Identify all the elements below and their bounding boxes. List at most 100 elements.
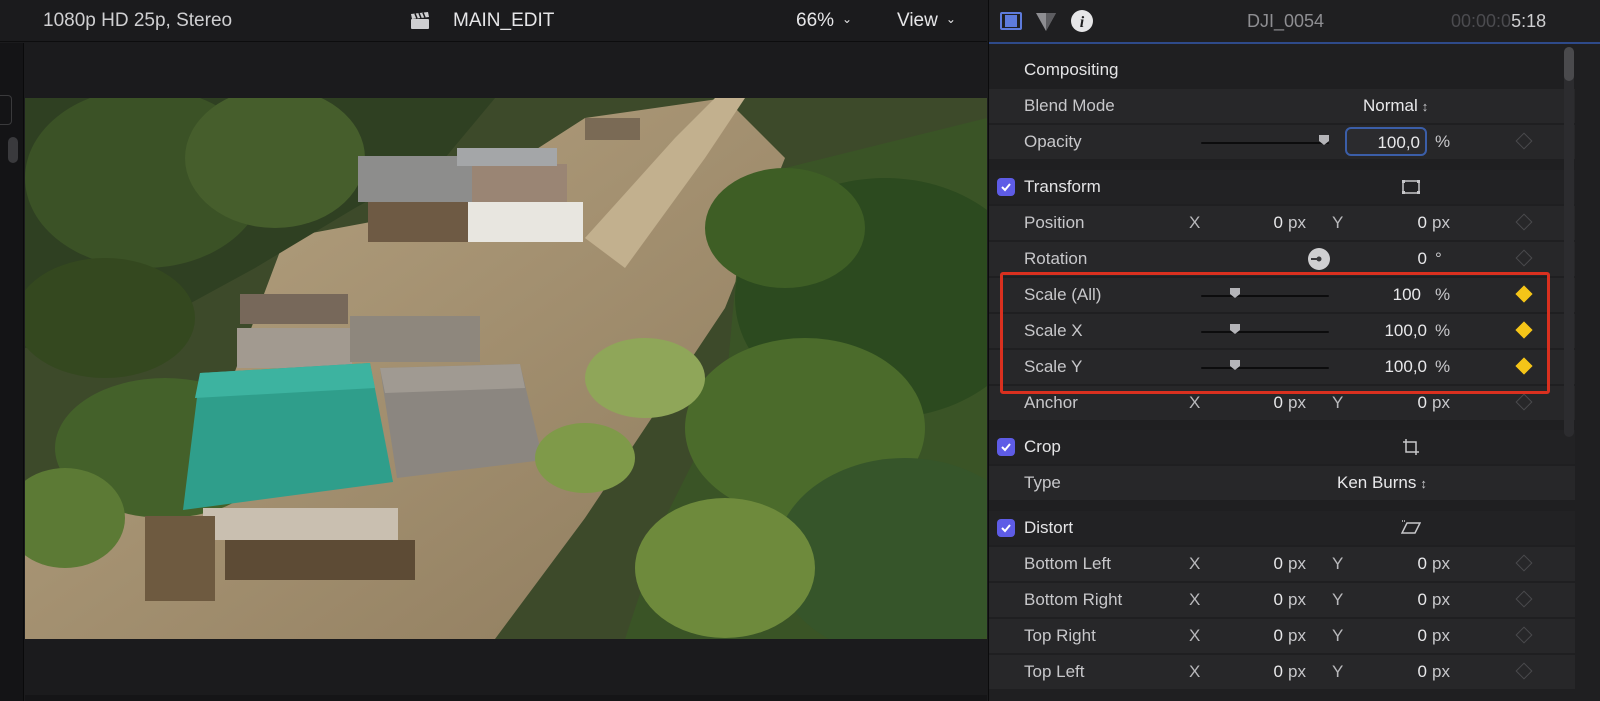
view-menu-label: View: [897, 10, 938, 31]
crop-heading-row: Crop: [989, 430, 1575, 464]
bottom-right-y-label: Y: [1332, 590, 1344, 609]
bottom-left-label: Bottom Left: [1024, 554, 1111, 573]
bottom-left-y-unit: px: [1432, 554, 1450, 573]
distort-heading: Distort: [1024, 518, 1074, 537]
top-right-x-unit: px: [1288, 626, 1306, 645]
info-inspector-icon[interactable]: i: [1070, 9, 1094, 33]
transform-onscreen-icon[interactable]: [1401, 178, 1421, 196]
bottom-left-x-unit: px: [1288, 554, 1306, 573]
bottom-left-keyframe-button[interactable]: [1515, 554, 1533, 572]
gutter-tab[interactable]: [0, 95, 12, 125]
left-gutter: [0, 43, 24, 701]
bottom-right-x-unit: px: [1288, 590, 1306, 609]
position-x-value[interactable]: 0: [1239, 213, 1283, 233]
viewer-bottom-bar: [25, 695, 987, 701]
opacity-row: Opacity 100,0 %: [989, 125, 1575, 159]
position-label: Position: [1024, 213, 1085, 232]
top-right-row: Top Right X 0 px Y 0 px: [989, 619, 1575, 653]
rotation-value[interactable]: 0: [1383, 249, 1427, 269]
rotation-row: Rotation 0 °: [989, 242, 1575, 276]
anchor-x-unit: px: [1288, 393, 1306, 412]
anchor-y-value[interactable]: 0: [1383, 393, 1427, 413]
position-x-label: X: [1189, 213, 1201, 232]
top-right-keyframe-button[interactable]: [1515, 626, 1533, 644]
transform-checkbox[interactable]: [997, 178, 1015, 196]
view-menu[interactable]: View ⌄: [897, 10, 956, 32]
chevron-down-icon: ⌄: [842, 12, 853, 26]
bottom-right-y-value[interactable]: 0: [1383, 590, 1427, 610]
top-left-y-label: Y: [1332, 662, 1344, 681]
opacity-keyframe-button[interactable]: [1515, 132, 1533, 150]
top-left-x-unit: px: [1288, 662, 1306, 681]
opacity-value: 100,0: [1377, 133, 1420, 152]
top-left-y-value[interactable]: 0: [1383, 662, 1427, 682]
opacity-field[interactable]: 100,0: [1345, 127, 1427, 156]
blend-mode-popup[interactable]: Normal ↕: [1363, 96, 1428, 116]
inspector-scrollbar-thumb[interactable]: [1564, 47, 1574, 81]
top-right-x-label: X: [1189, 626, 1201, 645]
bottom-left-x-value[interactable]: 0: [1239, 554, 1283, 574]
rotation-unit: °: [1435, 249, 1442, 268]
rotation-dial[interactable]: [1307, 247, 1331, 271]
crop-checkbox[interactable]: [997, 438, 1015, 456]
distort-heading-row: Distort: [989, 511, 1575, 545]
crop-type-label: Type: [1024, 473, 1061, 492]
viewer-toolbar: 1080p HD 25p, Stereo MAIN_EDIT 66% ⌄ View…: [0, 0, 987, 42]
crop-type-value: Ken Burns: [1337, 473, 1417, 492]
zoom-value: 66%: [796, 10, 835, 31]
rotation-label: Rotation: [1024, 249, 1088, 268]
clip-name: DJI_0054: [1247, 11, 1325, 31]
clapperboard-icon: [411, 12, 429, 29]
distort-onscreen-icon[interactable]: [1401, 519, 1421, 537]
position-y-label: Y: [1332, 213, 1344, 232]
chevron-down-icon: ⌄: [945, 12, 956, 26]
position-y-unit: px: [1432, 213, 1450, 232]
bottom-right-row: Bottom Right X 0 px Y 0 px: [989, 583, 1575, 617]
zoom-menu[interactable]: 66% ⌄: [796, 10, 852, 32]
blend-mode-row: Blend Mode Normal ↕: [989, 89, 1575, 123]
viewer-panel: 1080p HD 25p, Stereo MAIN_EDIT 66% ⌄ View…: [0, 0, 987, 701]
top-right-x-value[interactable]: 0: [1239, 626, 1283, 646]
updown-chevron-icon: ↕: [1420, 476, 1427, 491]
scale-highlight-box: [1000, 272, 1550, 394]
video-inspector-icon[interactable]: [999, 9, 1023, 33]
bottom-right-x-value[interactable]: 0: [1239, 590, 1283, 610]
position-keyframe-button[interactable]: [1515, 213, 1533, 231]
bottom-right-label: Bottom Right: [1024, 590, 1123, 609]
transform-heading-row: Transform: [989, 170, 1575, 204]
crop-type-row: Type Ken Burns ↕: [989, 466, 1575, 500]
opacity-slider[interactable]: [1201, 142, 1329, 144]
crop-onscreen-icon[interactable]: [1401, 438, 1421, 456]
inspector-scrollbar[interactable]: [1564, 47, 1574, 437]
gutter-scroll-handle[interactable]: [8, 137, 18, 163]
color-inspector-icon[interactable]: [1034, 9, 1058, 33]
top-left-label: Top Left: [1024, 662, 1085, 681]
anchor-keyframe-button[interactable]: [1515, 393, 1533, 411]
anchor-y-label: Y: [1332, 393, 1344, 412]
compositing-heading-row: Compositing: [989, 53, 1575, 87]
bottom-left-y-value[interactable]: 0: [1383, 554, 1427, 574]
timecode: 00:00:05:18: [1451, 11, 1546, 32]
crop-type-popup[interactable]: Ken Burns ↕: [1337, 473, 1427, 493]
top-right-y-label: Y: [1332, 626, 1344, 645]
position-row: Position X 0 px Y 0 px: [989, 206, 1575, 240]
anchor-y-unit: px: [1432, 393, 1450, 412]
top-left-x-value[interactable]: 0: [1239, 662, 1283, 682]
bottom-right-keyframe-button[interactable]: [1515, 590, 1533, 608]
opacity-unit: %: [1435, 132, 1451, 151]
top-left-x-label: X: [1189, 662, 1201, 681]
top-right-y-value[interactable]: 0: [1383, 626, 1427, 646]
top-left-row: Top Left X 0 px Y 0 px: [989, 655, 1575, 689]
opacity-slider-thumb[interactable]: [1318, 134, 1330, 146]
anchor-x-value[interactable]: 0: [1239, 393, 1283, 413]
rotation-keyframe-button[interactable]: [1515, 249, 1533, 267]
position-y-value[interactable]: 0: [1383, 213, 1427, 233]
video-canvas[interactable]: [25, 98, 987, 639]
top-left-keyframe-button[interactable]: [1515, 662, 1533, 680]
bottom-left-y-label: Y: [1332, 554, 1344, 573]
distort-checkbox[interactable]: [997, 519, 1015, 537]
bottom-left-row: Bottom Left X 0 px Y 0 px: [989, 547, 1575, 581]
top-left-y-unit: px: [1432, 662, 1450, 681]
opacity-label: Opacity: [1024, 132, 1082, 151]
project-title: MAIN_EDIT: [453, 10, 555, 31]
